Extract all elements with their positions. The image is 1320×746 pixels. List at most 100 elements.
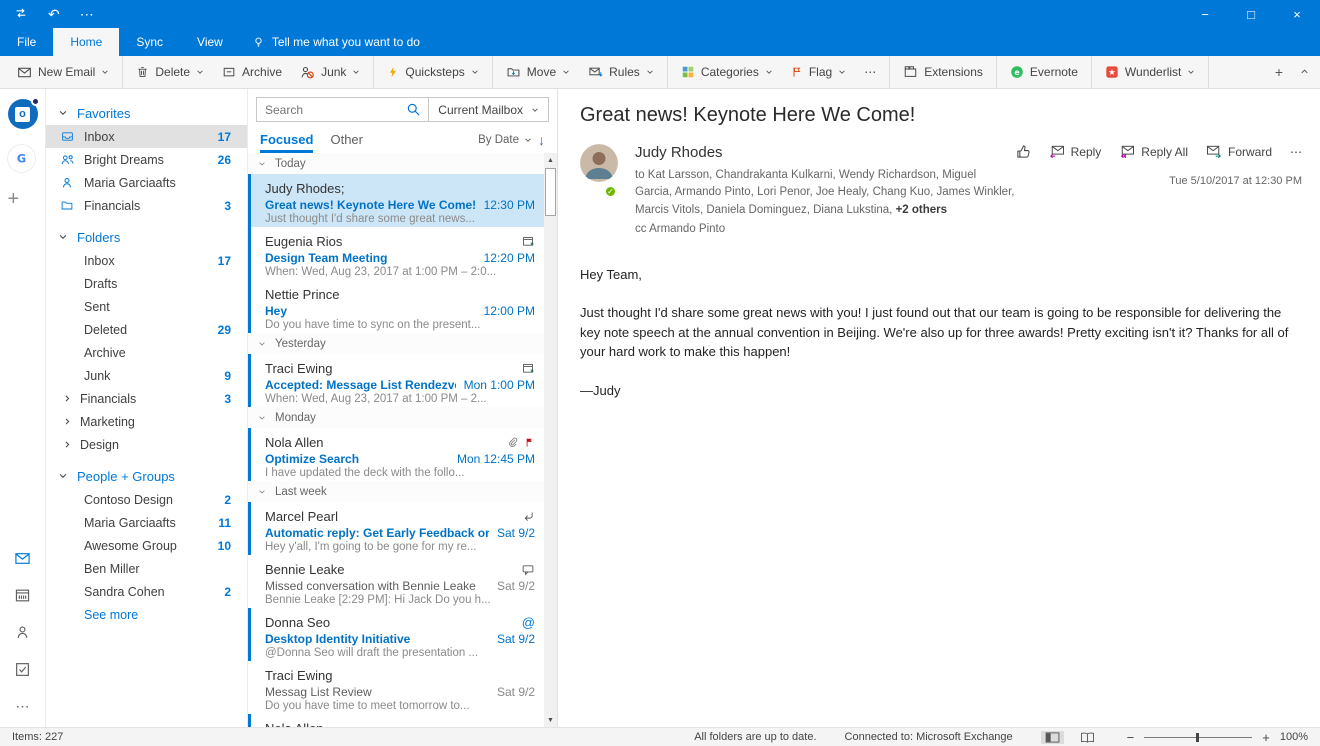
sidebar-item-archive[interactable]: Archive: [46, 341, 247, 364]
delete-button[interactable]: Delete: [127, 56, 213, 88]
sidebar-item-label: Maria Garciaafts: [84, 516, 210, 530]
list-scrollbar[interactable]: ▲ ▼: [544, 153, 557, 727]
sidebar-section-folders[interactable]: Folders: [46, 225, 247, 249]
message-row[interactable]: Nola AllenOptimize SearchMon 12:45 PMI h…: [248, 428, 544, 481]
close-button[interactable]: ×: [1274, 0, 1320, 28]
send-receive-button[interactable]: [14, 6, 28, 23]
wunderlist-button[interactable]: ★Wunderlist: [1096, 56, 1204, 88]
sidebar-item-financials[interactable]: Financials3: [46, 194, 247, 217]
message-group-header[interactable]: Monday: [248, 407, 544, 428]
tab-home[interactable]: Home: [53, 28, 119, 56]
maximize-button[interactable]: □: [1228, 0, 1274, 28]
archive-button[interactable]: Archive: [213, 56, 291, 88]
more-recipients[interactable]: +2 others: [896, 204, 947, 216]
rules-button[interactable]: Rules: [579, 56, 663, 88]
new-email-button[interactable]: New Email: [8, 56, 118, 88]
tab-sync[interactable]: Sync: [119, 28, 180, 56]
sidebar-section-people-groups[interactable]: People + Groups: [46, 464, 247, 488]
reading-view-button[interactable]: [1041, 731, 1064, 744]
scrollbar-thumb[interactable]: [545, 168, 556, 216]
sidebar-item-maria-garciaafts[interactable]: Maria Garciaafts11: [46, 511, 247, 534]
zoom-in-button[interactable]: +: [1262, 730, 1270, 745]
sort-direction-icon[interactable]: ↓: [538, 133, 545, 147]
layout-view-button[interactable]: [1076, 731, 1099, 744]
sidebar-item-marketing[interactable]: Marketing: [46, 410, 247, 433]
sidebar-item-ben-miller[interactable]: Ben Miller: [46, 557, 247, 580]
like-button[interactable]: [1016, 144, 1031, 159]
message-row[interactable]: Nettie PrinceHey12:00 PMDo you have time…: [248, 280, 544, 333]
sidebar-item-financials[interactable]: Financials3: [46, 387, 247, 410]
reply-button[interactable]: Reply: [1049, 145, 1102, 159]
message-more-button[interactable]: ⋯: [1290, 146, 1302, 158]
sidebar-item-awesome-group[interactable]: Awesome Group10: [46, 534, 247, 557]
tell-me-box[interactable]: Tell me what you want to do: [252, 28, 420, 56]
reply-all-button[interactable]: Reply All: [1119, 145, 1188, 159]
zoom-slider-thumb[interactable]: [1196, 733, 1199, 742]
tasks-nav[interactable]: [14, 661, 31, 683]
message-group-header[interactable]: Today: [248, 153, 544, 174]
junk-button[interactable]: Junk: [291, 56, 369, 88]
message-row[interactable]: Eugenia RiosDesign Team Meeting12:20 PMW…: [248, 227, 544, 280]
categories-button[interactable]: Categories: [672, 56, 782, 88]
sidebar-item-inbox[interactable]: Inbox17: [46, 249, 247, 272]
sidebar-item-see-more[interactable]: See more: [46, 603, 247, 626]
sort-dropdown[interactable]: By Date: [478, 134, 532, 146]
ribbon-collapse-button[interactable]: [1299, 64, 1310, 80]
quicksteps-button[interactable]: Quicksteps: [378, 56, 487, 88]
message-row[interactable]: Judy Rhodes;Great news! Keynote Here We …: [248, 174, 544, 227]
message-row[interactable]: Nola Allen: [248, 714, 544, 727]
sidebar-item-bright-dreams[interactable]: Bright Dreams26: [46, 148, 247, 171]
message-group-header[interactable]: Yesterday: [248, 333, 544, 354]
message-row[interactable]: Traci EwingMessag List ReviewSat 9/2Do y…: [248, 661, 544, 714]
search-icon[interactable]: [406, 102, 421, 117]
ribbon-more-button[interactable]: ⋯: [855, 56, 885, 88]
customize-qat-button[interactable]: ⋯: [80, 6, 94, 22]
more-nav[interactable]: ⋯: [16, 698, 30, 715]
message-row[interactable]: Marcel PearlAutomatic reply: Get Early F…: [248, 502, 544, 555]
search-input[interactable]: [257, 103, 406, 117]
zoom-slider[interactable]: [1144, 737, 1252, 738]
add-account[interactable]: +: [8, 188, 38, 211]
tab-file[interactable]: File: [0, 28, 53, 56]
wunderlist-icon: ★: [1105, 65, 1119, 79]
scroll-down-arrow[interactable]: ▼: [544, 713, 557, 727]
scroll-up-arrow[interactable]: ▲: [544, 153, 557, 167]
sidebar-item-maria-garciaafts[interactable]: Maria Garciaafts: [46, 171, 247, 194]
ribbon-add-button[interactable]: +: [1275, 64, 1283, 80]
sidebar-item-design[interactable]: Design: [46, 433, 247, 456]
sidebar-item-inbox[interactable]: Inbox17: [46, 125, 247, 148]
search-scope-dropdown[interactable]: Current Mailbox: [429, 103, 548, 117]
message-group-header[interactable]: Last week: [248, 481, 544, 502]
sidebar-item-sent[interactable]: Sent: [46, 295, 247, 318]
sender-avatar[interactable]: [580, 144, 618, 182]
google-account[interactable]: G: [8, 145, 38, 172]
flag-button[interactable]: Flag: [782, 56, 855, 88]
recipients: Kat Larsson, Chandrakanta Kulkarni, Wend…: [635, 169, 1014, 216]
chevron-down-icon: [524, 136, 532, 144]
message-row[interactable]: Traci EwingAccepted: Message List Rendez…: [248, 354, 544, 407]
tab-view[interactable]: View: [180, 28, 240, 56]
sidebar-item-drafts[interactable]: Drafts: [46, 272, 247, 295]
mail-nav[interactable]: [14, 550, 31, 572]
extensions-button[interactable]: Extensions: [894, 56, 992, 88]
zoom-out-button[interactable]: −: [1127, 730, 1135, 745]
message-row[interactable]: Bennie LeakeMissed conversation with Ben…: [248, 555, 544, 608]
evernote-button[interactable]: eEvernote: [1001, 56, 1087, 88]
more-icon: ⋯: [864, 66, 876, 78]
sidebar-item-deleted[interactable]: Deleted29: [46, 318, 247, 341]
forward-button[interactable]: Forward: [1206, 145, 1272, 159]
outlook-account[interactable]: o: [8, 99, 38, 129]
list-tab-other[interactable]: Other: [330, 126, 363, 153]
sidebar-item-contoso-design[interactable]: Contoso Design2: [46, 488, 247, 511]
sidebar-section-favorites[interactable]: Favorites: [46, 101, 247, 125]
sidebar-item-sandra-cohen[interactable]: Sandra Cohen2: [46, 580, 247, 603]
sender-name[interactable]: Judy Rhodes: [635, 144, 1016, 161]
calendar-nav[interactable]: [14, 587, 31, 609]
message-row[interactable]: Donna Seo@Desktop Identity InitiativeSat…: [248, 608, 544, 661]
minimize-button[interactable]: −: [1182, 0, 1228, 28]
list-tab-focused[interactable]: Focused: [260, 126, 313, 153]
move-button[interactable]: Move: [497, 56, 579, 88]
sidebar-item-junk[interactable]: Junk9: [46, 364, 247, 387]
undo-button[interactable]: ↶: [48, 6, 60, 22]
people-nav[interactable]: [14, 624, 31, 646]
